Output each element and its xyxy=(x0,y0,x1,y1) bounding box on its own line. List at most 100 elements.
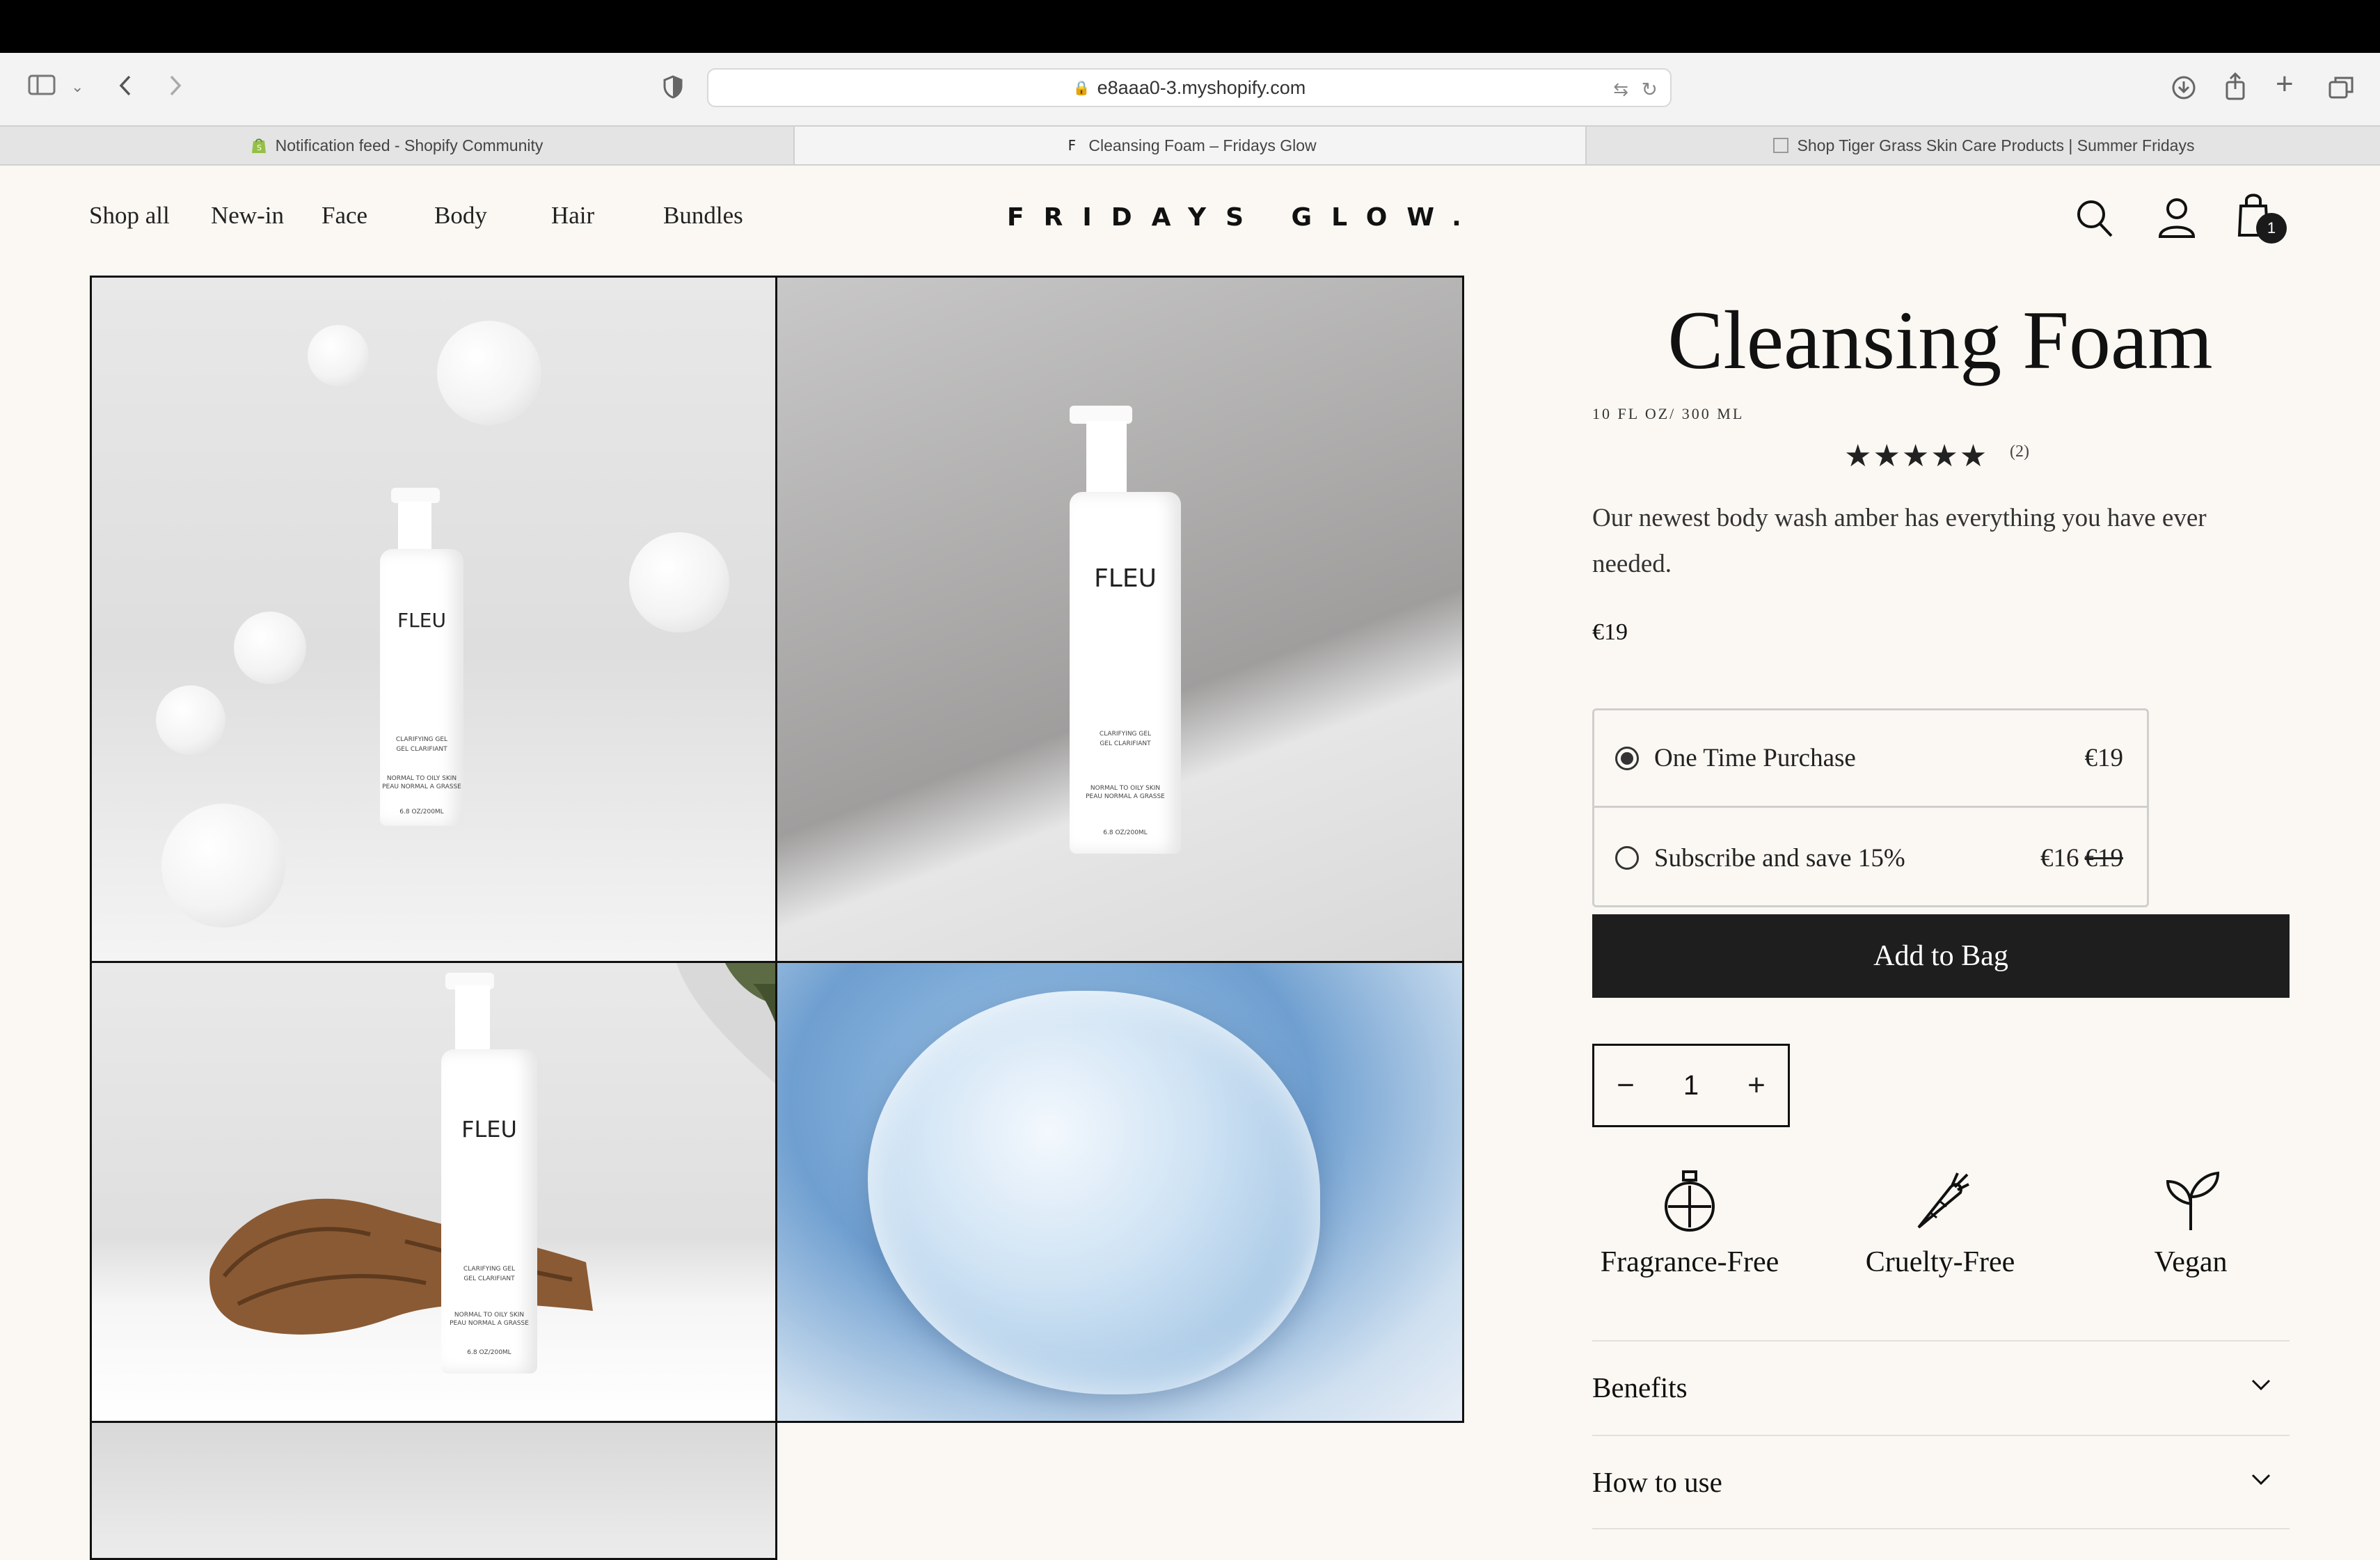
site-logo[interactable]: FRIDAYS GLOW. xyxy=(1007,203,1481,232)
accordion-how-to-use[interactable]: How to use xyxy=(1592,1435,2290,1528)
sprout-icon xyxy=(2166,1171,2220,1230)
sphere xyxy=(156,685,225,755)
leaf-shadow xyxy=(676,963,775,1084)
tab-label: Shop Tiger Grass Skin Care Products | Su… xyxy=(1797,136,2195,154)
tab-bar: S Notification feed - Shopify Community … xyxy=(0,125,2380,166)
feature-vegan: Vegan xyxy=(2086,1169,2295,1279)
nav-shop-all[interactable]: Shop all xyxy=(89,202,170,230)
browser-toolbar: ⌄ 🔒 e8aaa0-3.myshopify.com ⇆ ↻ + xyxy=(0,53,2380,125)
search-icon[interactable] xyxy=(2075,198,2114,243)
carrot-icon xyxy=(1917,1172,1969,1229)
download-icon[interactable] xyxy=(2171,75,2196,104)
nav-body[interactable]: Body xyxy=(434,202,487,230)
quantity-value[interactable]: 1 xyxy=(1657,1070,1725,1101)
share-icon[interactable] xyxy=(2224,72,2246,104)
bottle-text: 6.8 OZ/200ML xyxy=(467,1349,511,1356)
chevron-down-icon xyxy=(2251,1474,2271,1486)
bottle-text: 6.8 OZ/200ML xyxy=(399,809,444,815)
accordion-benefits[interactable]: Benefits xyxy=(1592,1340,2290,1433)
feature-cruelty-free: Cruelty-Free xyxy=(1836,1169,2045,1279)
product-image-5[interactable] xyxy=(90,1421,777,1560)
bottle-text: CLARIFYING GEL xyxy=(395,736,448,743)
product-bottle: FLEU CLARIFYING GEL GEL CLARIFIANT NORMA… xyxy=(1070,492,1181,854)
option-label: One Time Purchase xyxy=(1654,744,1856,772)
bottle-text: GEL CLARIFIANT xyxy=(396,746,447,753)
nav-new-in[interactable]: New-in xyxy=(211,202,284,230)
back-icon[interactable] xyxy=(117,74,134,102)
product-image-2[interactable]: FLEU CLARIFYING GEL GEL CLARIFIANT NORMA… xyxy=(775,276,1464,963)
tab-label: Notification feed - Shopify Community xyxy=(275,136,544,154)
bottle-text: PEAU NORMAL A GRASSE xyxy=(1086,793,1165,800)
address-bar[interactable]: 🔒 e8aaa0-3.myshopify.com ⇆ ↻ xyxy=(707,68,1672,107)
product-price: €19 xyxy=(1592,619,1628,645)
reload-icon[interactable]: ↻ xyxy=(1642,78,1658,101)
review-count[interactable]: (2) xyxy=(2010,443,2029,461)
bottle-neck xyxy=(455,985,490,1052)
radio-selected[interactable] xyxy=(1615,746,1639,770)
chevron-down-icon[interactable]: ⌄ xyxy=(71,75,84,99)
sphere xyxy=(629,532,729,632)
option-subscribe[interactable]: Subscribe and save 15% €16 €19 xyxy=(1594,809,2147,907)
bottle-text: NORMAL TO OILY SKIN xyxy=(1090,785,1161,792)
nav-face[interactable]: Face xyxy=(322,202,367,230)
bottle-brand: FLEU xyxy=(397,609,446,632)
privacy-shield-icon[interactable] xyxy=(663,75,683,103)
decrease-quantity-button[interactable]: − xyxy=(1594,1068,1657,1103)
nav-hair[interactable]: Hair xyxy=(551,202,594,230)
feature-label: Vegan xyxy=(2154,1246,2228,1278)
product-description: Our newest body wash amber has everythin… xyxy=(1592,504,2207,578)
tab-overview-icon[interactable] xyxy=(2329,75,2354,103)
nav-bundles[interactable]: Bundles xyxy=(663,202,743,230)
forward-icon[interactable] xyxy=(167,74,184,102)
option-one-time-purchase[interactable]: One Time Purchase €19 xyxy=(1594,710,2147,808)
product-title: Cleansing Foam xyxy=(1667,294,2213,386)
add-to-bag-button[interactable]: Add to Bag xyxy=(1592,914,2290,998)
sphere xyxy=(234,612,306,684)
bottle-text: PEAU NORMAL A GRASSE xyxy=(450,1320,529,1327)
bottle-brand: FLEU xyxy=(1094,564,1157,593)
page-icon xyxy=(1772,137,1789,154)
cart-count-badge: 1 xyxy=(2256,213,2287,244)
fragrance-free-icon xyxy=(1665,1170,1715,1232)
bottle-brand: FLEU xyxy=(461,1116,517,1143)
tab-shopify-community[interactable]: S Notification feed - Shopify Community xyxy=(0,127,793,164)
gel-droplet xyxy=(868,991,1320,1394)
url-text: e8aaa0-3.myshopify.com xyxy=(1097,77,1306,98)
bottle-text: NORMAL TO OILY SKIN xyxy=(386,775,457,782)
svg-text:S: S xyxy=(257,143,262,152)
option-price: €16 €19 xyxy=(2040,843,2123,873)
increase-quantity-button[interactable]: + xyxy=(1725,1068,1788,1103)
tab-cleansing-foam[interactable]: F Cleansing Foam – Fridays Glow xyxy=(793,127,1587,164)
account-icon[interactable] xyxy=(2157,196,2196,243)
tab-summer-fridays[interactable]: Shop Tiger Grass Skin Care Products | Su… xyxy=(1587,127,2380,164)
feature-fragrance-free: Fragrance-Free xyxy=(1585,1169,1794,1279)
purchase-options: One Time Purchase €19 Subscribe and save… xyxy=(1592,708,2149,907)
option-label: Subscribe and save 15% xyxy=(1654,843,1905,873)
lock-icon: 🔒 xyxy=(1072,80,1090,96)
driftwood xyxy=(209,1198,593,1335)
radio-unselected[interactable] xyxy=(1615,846,1639,870)
bottle-neck xyxy=(1086,421,1127,498)
product-size: 10 FL OZ/ 300 ML xyxy=(1592,405,1745,422)
product-image-3[interactable]: FLEU CLARIFYING GEL GEL CLARIFIANT NORMA… xyxy=(90,961,777,1423)
new-tab-icon[interactable]: + xyxy=(2276,69,2294,100)
product-bottle: FLEU CLARIFYING GEL GEL CLARIFIANT NORMA… xyxy=(380,549,463,826)
product-image-1[interactable]: FLEU CLARIFYING GEL GEL CLARIFIANT NORMA… xyxy=(90,276,777,963)
divider xyxy=(1592,1528,2290,1529)
sphere xyxy=(437,321,541,425)
sidebar-toggle-icon[interactable] xyxy=(28,74,56,100)
accordion-label: Benefits xyxy=(1592,1371,1688,1403)
star-rating[interactable]: ★★★★★ xyxy=(1844,438,1988,474)
product-image-4[interactable] xyxy=(775,961,1464,1423)
bottle-text: GEL CLARIFIANT xyxy=(1100,740,1151,747)
bottle-text: NORMAL TO OILY SKIN xyxy=(454,1312,525,1319)
option-price: €19 xyxy=(2084,744,2124,772)
bottle-text: CLARIFYING GEL xyxy=(463,1266,516,1273)
sphere xyxy=(161,804,285,928)
old-price: €19 xyxy=(2084,843,2124,873)
translate-icon[interactable]: ⇆ xyxy=(1613,79,1628,100)
tab-label: Cleansing Foam – Fridays Glow xyxy=(1088,136,1317,154)
feature-label: Fragrance-Free xyxy=(1600,1246,1779,1278)
bottle-text: GEL CLARIFIANT xyxy=(463,1275,515,1282)
quantity-stepper: − 1 + xyxy=(1592,1044,1790,1127)
